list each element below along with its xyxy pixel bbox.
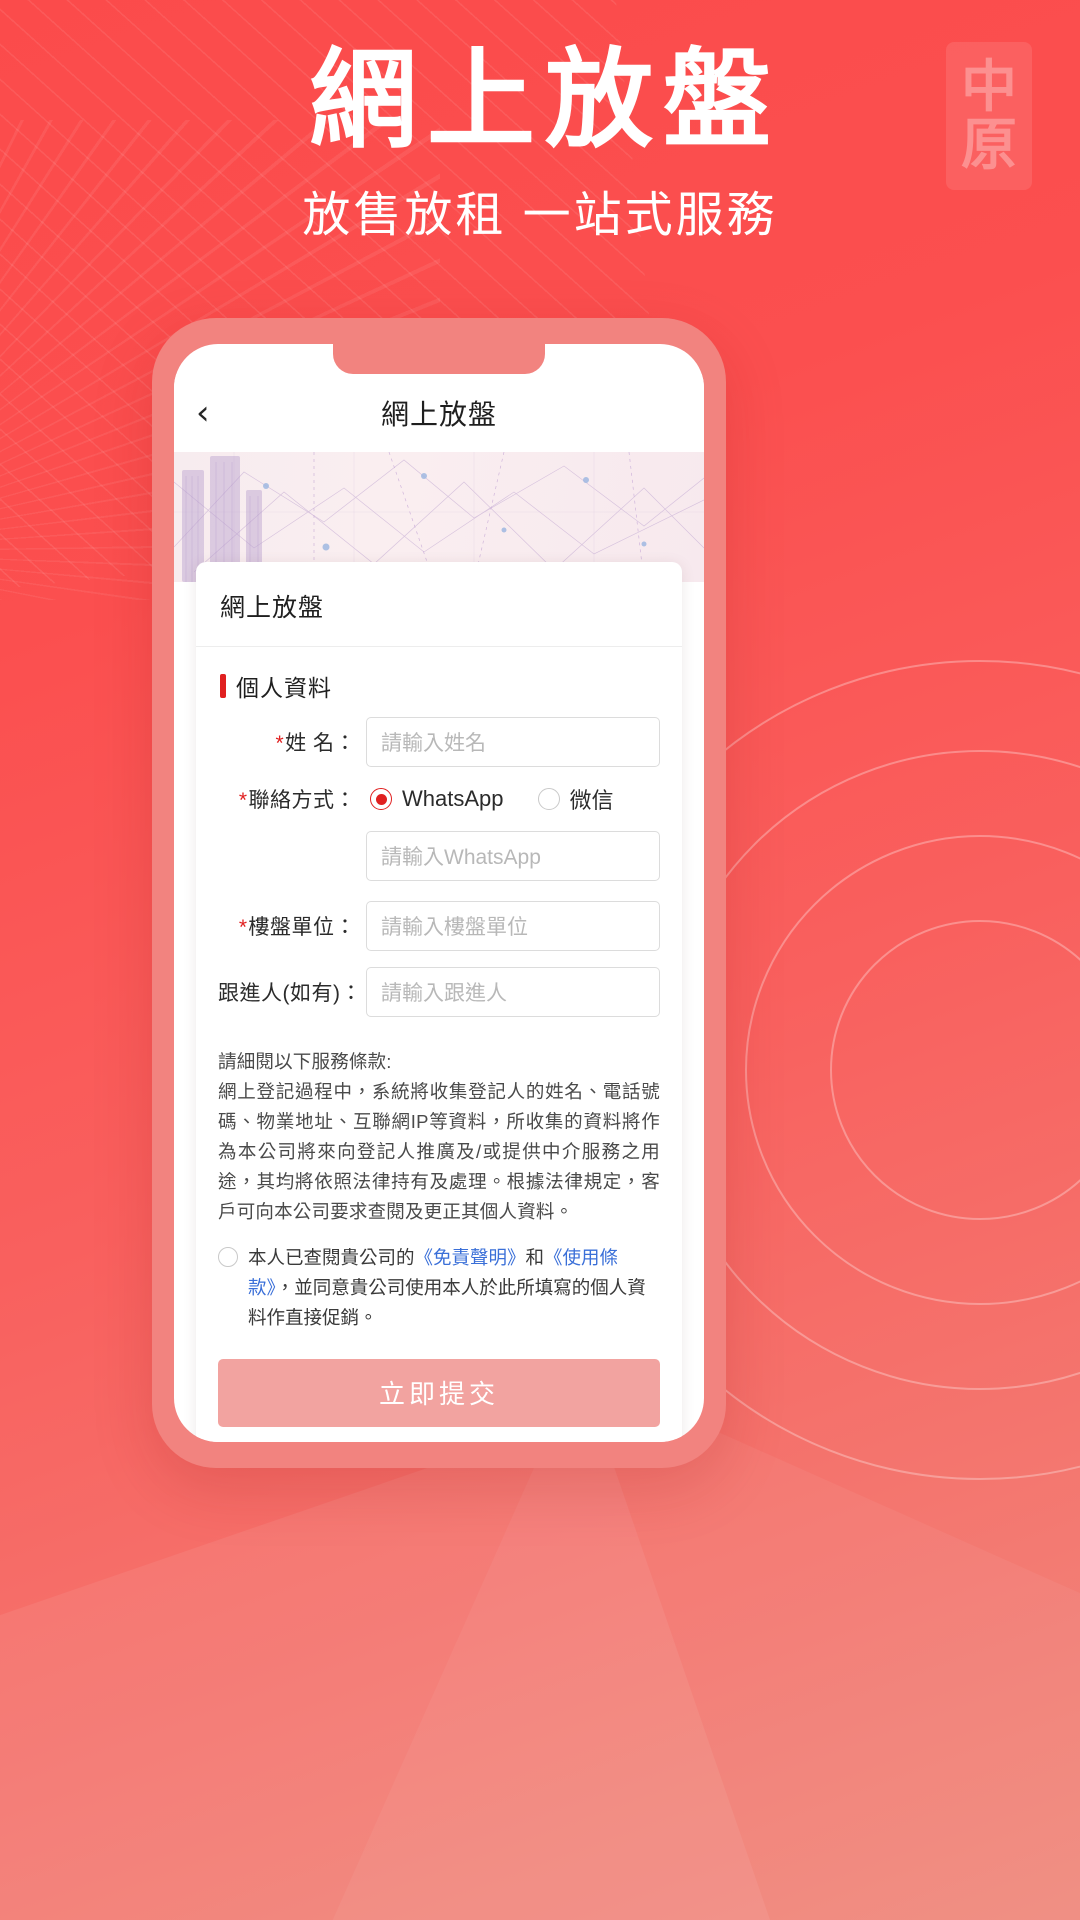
label-contact-method-text: 聯絡方式：: [248, 789, 356, 812]
radio-dot-wechat[interactable]: [537, 788, 560, 810]
label-followup-text: 跟進人(如有)：: [218, 982, 362, 1005]
radio-label-wechat: 微信: [569, 788, 614, 813]
form-card-title: 網上放盤: [196, 562, 682, 647]
label-property-unit-text: 樓盤單位：: [248, 916, 356, 939]
label-name: *姓 名：: [218, 727, 366, 757]
input-whatsapp[interactable]: 請輸入WhatsApp: [366, 831, 660, 881]
radio-option-whatsapp[interactable]: WhatsApp: [370, 786, 504, 812]
background-wedge: [0, 1410, 797, 1920]
phone-screen: ‹ 網上放盤 網上放盤 個人資料 *姓 名： 請輸入姓名 *聯絡方式： What…: [174, 344, 704, 1442]
consent-checkbox[interactable]: [218, 1246, 238, 1267]
link-disclaimer[interactable]: 《免責聲明》: [415, 1247, 526, 1268]
section-label: 個人資料: [236, 675, 332, 701]
form-row-contact-method: *聯絡方式： WhatsApp 微信: [218, 783, 660, 815]
input-name[interactable]: 請輸入姓名: [366, 717, 660, 767]
submit-button[interactable]: 立即提交: [218, 1358, 660, 1427]
input-property-unit[interactable]: 請輸入樓盤單位: [366, 901, 660, 951]
required-asterisk-name: *: [275, 732, 285, 755]
label-followup: 跟進人(如有)：: [218, 977, 366, 1007]
form-row-property-unit: *樓盤單位： 請輸入樓盤單位: [218, 901, 660, 951]
page-title: 網上放盤: [380, 399, 497, 430]
required-asterisk-contact: *: [238, 789, 248, 812]
form-card: 網上放盤 個人資料 *姓 名： 請輸入姓名 *聯絡方式： WhatsApp 微信…: [196, 562, 682, 1442]
consent-text: 本人已查閱貴公司的《免責聲明》和《使用條款》，並同意貴公司使用本人於此所填寫的個…: [248, 1243, 660, 1333]
consent-suffix: ，並同意貴公司使用本人於此所填寫的個人資料作直接促銷。: [248, 1276, 646, 1328]
input-followup[interactable]: 請輸入跟進人: [366, 967, 660, 1017]
phone-mockup: ‹ 網上放盤 網上放盤 個人資料 *姓 名： 請輸入姓名 *聯絡方式： What…: [152, 318, 726, 1468]
app-navbar: ‹ 網上放盤: [174, 374, 704, 452]
consent-prefix: 本人已查閱貴公司的: [248, 1246, 415, 1268]
registration-form: *姓 名： 請輸入姓名 *聯絡方式： WhatsApp 微信 請輸入WhatsA…: [196, 709, 682, 1017]
contact-method-radio-group: WhatsApp 微信: [366, 783, 660, 815]
radio-label-whatsapp: WhatsApp: [402, 786, 504, 811]
poster-root: 中 原 網上放盤 放售放租 一站式服務 ‹ 網上放盤 網上放盤 個人資料 *姓 …: [0, 0, 1080, 1920]
form-row-contact-value: 請輸入WhatsApp: [218, 831, 660, 881]
radio-dot-whatsapp[interactable]: [370, 788, 392, 810]
section-personal-info: 個人資料: [196, 647, 682, 709]
poster-title: 網上放盤: [308, 37, 781, 163]
back-chevron-icon[interactable]: ‹: [196, 396, 236, 430]
poster-headline: 網上放盤 放售放租 一站式服務: [0, 40, 1080, 245]
label-name-text: 姓 名：: [285, 732, 356, 755]
form-row-name: *姓 名： 請輸入姓名: [218, 717, 660, 767]
terms-body: 網上登記過程中，系統將收集登記人的姓名、電話號碼、物業地址、互聯網IP等資料，所…: [218, 1080, 660, 1222]
terms-block: 請細閱以下服務條款: 網上登記過程中，系統將收集登記人的姓名、電話號碼、物業地址…: [196, 1033, 682, 1227]
poster-subtitle: 放售放租 一站式服務: [302, 188, 778, 242]
phone-notch: [333, 344, 545, 374]
form-row-followup: 跟進人(如有)： 請輸入跟進人: [218, 967, 660, 1017]
required-asterisk-unit: *: [238, 916, 248, 939]
label-contact-method: *聯絡方式：: [218, 784, 366, 814]
consent-middle: 和: [525, 1246, 545, 1268]
label-property-unit: *樓盤單位：: [218, 911, 366, 941]
terms-lead: 請細閱以下服務條款:: [218, 1051, 392, 1072]
radio-option-wechat[interactable]: 微信: [537, 783, 614, 815]
consent-row[interactable]: 本人已查閱貴公司的《免責聲明》和《使用條款》，並同意貴公司使用本人於此所填寫的個…: [196, 1227, 682, 1333]
section-accent-bar: [220, 674, 226, 698]
